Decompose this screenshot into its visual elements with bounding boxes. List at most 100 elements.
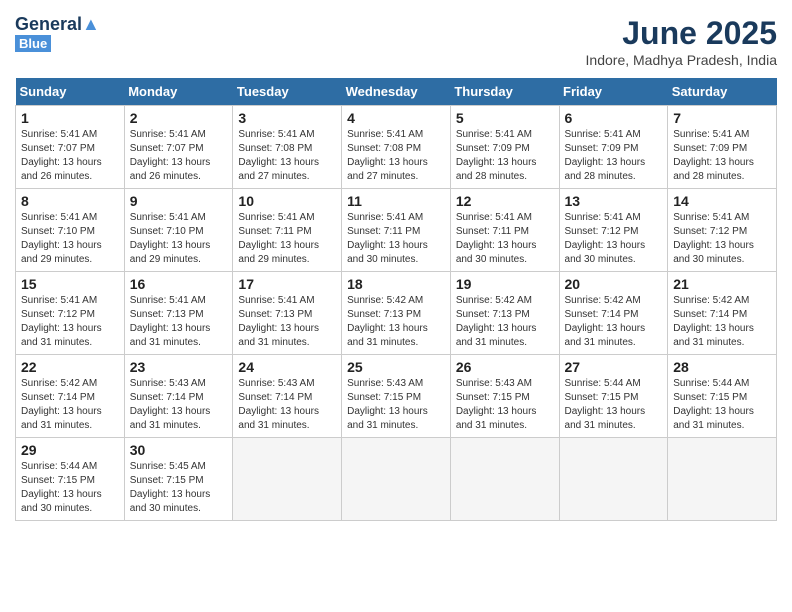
day-number: 23: [130, 359, 228, 375]
cell-info: Sunrise: 5:41 AMSunset: 7:10 PMDaylight:…: [130, 212, 211, 265]
calendar-cell: 17 Sunrise: 5:41 AMSunset: 7:13 PMDaylig…: [233, 272, 342, 355]
day-number: 24: [238, 359, 336, 375]
cell-info: Sunrise: 5:42 AMSunset: 7:14 PMDaylight:…: [673, 295, 754, 348]
day-number: 27: [565, 359, 663, 375]
calendar-cell: 1 Sunrise: 5:41 AMSunset: 7:07 PMDayligh…: [16, 106, 125, 189]
day-number: 28: [673, 359, 771, 375]
cell-info: Sunrise: 5:43 AMSunset: 7:15 PMDaylight:…: [456, 378, 537, 431]
calendar-cell: 16 Sunrise: 5:41 AMSunset: 7:13 PMDaylig…: [124, 272, 233, 355]
cell-info: Sunrise: 5:41 AMSunset: 7:11 PMDaylight:…: [238, 212, 319, 265]
calendar-cell: [233, 438, 342, 521]
title-area: June 2025 Indore, Madhya Pradesh, India: [586, 15, 777, 68]
calendar-table: Sunday Monday Tuesday Wednesday Thursday…: [15, 78, 777, 521]
cell-info: Sunrise: 5:43 AMSunset: 7:14 PMDaylight:…: [238, 378, 319, 431]
calendar-subtitle: Indore, Madhya Pradesh, India: [586, 52, 777, 68]
logo-blue: Blue: [15, 35, 51, 52]
calendar-cell: 25 Sunrise: 5:43 AMSunset: 7:15 PMDaylig…: [342, 355, 451, 438]
cell-info: Sunrise: 5:43 AMSunset: 7:15 PMDaylight:…: [347, 378, 428, 431]
cell-info: Sunrise: 5:41 AMSunset: 7:07 PMDaylight:…: [21, 129, 102, 182]
calendar-cell: 26 Sunrise: 5:43 AMSunset: 7:15 PMDaylig…: [450, 355, 559, 438]
calendar-cell: [342, 438, 451, 521]
day-number: 5: [456, 110, 554, 126]
header-sunday: Sunday: [16, 78, 125, 106]
cell-info: Sunrise: 5:41 AMSunset: 7:12 PMDaylight:…: [21, 295, 102, 348]
day-number: 4: [347, 110, 445, 126]
cell-info: Sunrise: 5:42 AMSunset: 7:14 PMDaylight:…: [21, 378, 102, 431]
day-number: 19: [456, 276, 554, 292]
calendar-cell: 14 Sunrise: 5:41 AMSunset: 7:12 PMDaylig…: [668, 189, 777, 272]
header-wednesday: Wednesday: [342, 78, 451, 106]
calendar-cell: 15 Sunrise: 5:41 AMSunset: 7:12 PMDaylig…: [16, 272, 125, 355]
calendar-cell: 5 Sunrise: 5:41 AMSunset: 7:09 PMDayligh…: [450, 106, 559, 189]
calendar-cell: [559, 438, 668, 521]
cell-info: Sunrise: 5:41 AMSunset: 7:11 PMDaylight:…: [456, 212, 537, 265]
cell-info: Sunrise: 5:41 AMSunset: 7:07 PMDaylight:…: [130, 129, 211, 182]
cell-info: Sunrise: 5:43 AMSunset: 7:14 PMDaylight:…: [130, 378, 211, 431]
cell-info: Sunrise: 5:41 AMSunset: 7:13 PMDaylight:…: [130, 295, 211, 348]
cell-info: Sunrise: 5:41 AMSunset: 7:08 PMDaylight:…: [238, 129, 319, 182]
day-number: 9: [130, 193, 228, 209]
day-number: 22: [21, 359, 119, 375]
calendar-row: 22 Sunrise: 5:42 AMSunset: 7:14 PMDaylig…: [16, 355, 777, 438]
day-number: 17: [238, 276, 336, 292]
cell-info: Sunrise: 5:42 AMSunset: 7:13 PMDaylight:…: [347, 295, 428, 348]
cell-info: Sunrise: 5:42 AMSunset: 7:13 PMDaylight:…: [456, 295, 537, 348]
calendar-cell: 20 Sunrise: 5:42 AMSunset: 7:14 PMDaylig…: [559, 272, 668, 355]
day-number: 3: [238, 110, 336, 126]
calendar-cell: 3 Sunrise: 5:41 AMSunset: 7:08 PMDayligh…: [233, 106, 342, 189]
calendar-cell: 7 Sunrise: 5:41 AMSunset: 7:09 PMDayligh…: [668, 106, 777, 189]
cell-info: Sunrise: 5:41 AMSunset: 7:08 PMDaylight:…: [347, 129, 428, 182]
calendar-cell: 22 Sunrise: 5:42 AMSunset: 7:14 PMDaylig…: [16, 355, 125, 438]
calendar-cell: 13 Sunrise: 5:41 AMSunset: 7:12 PMDaylig…: [559, 189, 668, 272]
header-thursday: Thursday: [450, 78, 559, 106]
calendar-cell: 2 Sunrise: 5:41 AMSunset: 7:07 PMDayligh…: [124, 106, 233, 189]
day-number: 8: [21, 193, 119, 209]
cell-info: Sunrise: 5:41 AMSunset: 7:13 PMDaylight:…: [238, 295, 319, 348]
day-number: 7: [673, 110, 771, 126]
logo: General▲ Blue: [15, 15, 100, 52]
calendar-row: 15 Sunrise: 5:41 AMSunset: 7:12 PMDaylig…: [16, 272, 777, 355]
logo-general: General▲: [15, 15, 100, 33]
day-number: 21: [673, 276, 771, 292]
day-number: 25: [347, 359, 445, 375]
page-header: General▲ Blue June 2025 Indore, Madhya P…: [15, 15, 777, 68]
cell-info: Sunrise: 5:41 AMSunset: 7:09 PMDaylight:…: [673, 129, 754, 182]
day-number: 2: [130, 110, 228, 126]
day-number: 10: [238, 193, 336, 209]
calendar-cell: 6 Sunrise: 5:41 AMSunset: 7:09 PMDayligh…: [559, 106, 668, 189]
calendar-title: June 2025: [586, 15, 777, 52]
calendar-cell: 24 Sunrise: 5:43 AMSunset: 7:14 PMDaylig…: [233, 355, 342, 438]
cell-info: Sunrise: 5:41 AMSunset: 7:11 PMDaylight:…: [347, 212, 428, 265]
cell-info: Sunrise: 5:44 AMSunset: 7:15 PMDaylight:…: [673, 378, 754, 431]
cell-info: Sunrise: 5:41 AMSunset: 7:10 PMDaylight:…: [21, 212, 102, 265]
day-number: 1: [21, 110, 119, 126]
calendar-cell: 9 Sunrise: 5:41 AMSunset: 7:10 PMDayligh…: [124, 189, 233, 272]
cell-info: Sunrise: 5:41 AMSunset: 7:09 PMDaylight:…: [456, 129, 537, 182]
calendar-cell: 21 Sunrise: 5:42 AMSunset: 7:14 PMDaylig…: [668, 272, 777, 355]
calendar-cell: 23 Sunrise: 5:43 AMSunset: 7:14 PMDaylig…: [124, 355, 233, 438]
calendar-cell: 12 Sunrise: 5:41 AMSunset: 7:11 PMDaylig…: [450, 189, 559, 272]
cell-info: Sunrise: 5:44 AMSunset: 7:15 PMDaylight:…: [565, 378, 646, 431]
header-monday: Monday: [124, 78, 233, 106]
calendar-cell: 4 Sunrise: 5:41 AMSunset: 7:08 PMDayligh…: [342, 106, 451, 189]
calendar-cell: 27 Sunrise: 5:44 AMSunset: 7:15 PMDaylig…: [559, 355, 668, 438]
header-friday: Friday: [559, 78, 668, 106]
day-number: 26: [456, 359, 554, 375]
day-number: 20: [565, 276, 663, 292]
header-saturday: Saturday: [668, 78, 777, 106]
day-number: 14: [673, 193, 771, 209]
calendar-cell: 28 Sunrise: 5:44 AMSunset: 7:15 PMDaylig…: [668, 355, 777, 438]
day-number: 30: [130, 442, 228, 458]
calendar-cell: 19 Sunrise: 5:42 AMSunset: 7:13 PMDaylig…: [450, 272, 559, 355]
calendar-cell: 8 Sunrise: 5:41 AMSunset: 7:10 PMDayligh…: [16, 189, 125, 272]
calendar-row: 1 Sunrise: 5:41 AMSunset: 7:07 PMDayligh…: [16, 106, 777, 189]
day-number: 18: [347, 276, 445, 292]
calendar-row: 8 Sunrise: 5:41 AMSunset: 7:10 PMDayligh…: [16, 189, 777, 272]
cell-info: Sunrise: 5:42 AMSunset: 7:14 PMDaylight:…: [565, 295, 646, 348]
cell-info: Sunrise: 5:41 AMSunset: 7:12 PMDaylight:…: [565, 212, 646, 265]
header-row: Sunday Monday Tuesday Wednesday Thursday…: [16, 78, 777, 106]
calendar-cell: [450, 438, 559, 521]
day-number: 29: [21, 442, 119, 458]
header-tuesday: Tuesday: [233, 78, 342, 106]
calendar-cell: 10 Sunrise: 5:41 AMSunset: 7:11 PMDaylig…: [233, 189, 342, 272]
